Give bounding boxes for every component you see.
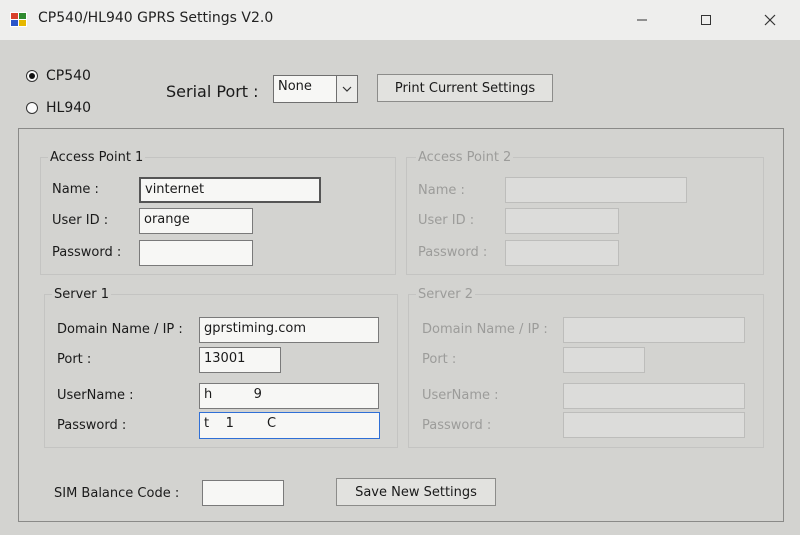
close-button[interactable] <box>750 8 790 32</box>
sim-balance-label: SIM Balance Code : <box>54 486 180 501</box>
server1-password-label: Password : <box>57 418 127 433</box>
close-icon <box>764 14 776 26</box>
chevron-down-icon[interactable] <box>336 76 357 102</box>
server1-port-input[interactable]: 13001 <box>199 347 281 373</box>
server2-username-label: UserName : <box>422 388 499 403</box>
ap1-name-label: Name : <box>52 182 99 197</box>
ap2-userid-input <box>505 208 619 234</box>
serial-port-label: Serial Port : <box>166 82 259 101</box>
server1-domain-input[interactable]: gprstiming.com <box>199 317 379 343</box>
radio-unchecked-icon <box>26 102 38 114</box>
maximize-button[interactable] <box>686 8 726 32</box>
ap1-name-input[interactable]: vinternet <box>139 177 321 203</box>
radio-hl940[interactable]: HL940 <box>26 100 91 116</box>
server1-port-label: Port : <box>57 352 92 367</box>
radio-checked-icon <box>26 70 38 82</box>
ap1-userid-input[interactable]: orange <box>139 208 253 234</box>
server2-port-input <box>563 347 645 373</box>
server2-port-label: Port : <box>422 352 457 367</box>
minimize-button[interactable] <box>622 8 662 32</box>
server1-password-input[interactable]: t 1 C <box>199 412 380 439</box>
access-point-2-title: Access Point 2 <box>416 150 514 165</box>
save-settings-button[interactable]: Save New Settings <box>336 478 496 506</box>
server1-username-label: UserName : <box>57 388 134 403</box>
server-2-title: Server 2 <box>416 287 476 302</box>
sim-balance-input[interactable] <box>202 480 284 506</box>
server2-password-label: Password : <box>422 418 492 433</box>
app-icon <box>10 12 27 27</box>
ap2-name-input <box>505 177 687 203</box>
minimize-icon <box>637 19 647 21</box>
ap2-name-label: Name : <box>418 183 465 198</box>
server-1-title: Server 1 <box>52 287 112 302</box>
server2-username-input <box>563 383 745 409</box>
window-title: CP540/HL940 GPRS Settings V2.0 <box>38 10 274 26</box>
title-bar: CP540/HL940 GPRS Settings V2.0 <box>0 0 800 40</box>
ap2-password-label: Password : <box>418 245 488 260</box>
radio-hl940-label: HL940 <box>46 100 92 116</box>
server2-domain-label: Domain Name / IP : <box>422 322 548 337</box>
serial-port-select[interactable]: None <box>273 75 358 103</box>
print-settings-button[interactable]: Print Current Settings <box>377 74 553 102</box>
ap2-userid-label: User ID : <box>418 213 475 228</box>
serial-port-value: None <box>278 79 312 94</box>
server1-domain-label: Domain Name / IP : <box>57 322 183 337</box>
access-point-1-title: Access Point 1 <box>48 150 146 165</box>
ap1-userid-label: User ID : <box>52 213 109 228</box>
radio-cp540-label: CP540 <box>46 68 91 84</box>
ap1-password-input[interactable] <box>139 240 253 266</box>
server2-domain-input <box>563 317 745 343</box>
maximize-icon <box>701 15 711 25</box>
server1-username-input[interactable]: h 9 <box>199 383 379 409</box>
server2-password-input <box>563 412 745 438</box>
ap2-password-input <box>505 240 619 266</box>
radio-cp540[interactable]: CP540 <box>26 68 91 84</box>
ap1-password-label: Password : <box>52 245 122 260</box>
